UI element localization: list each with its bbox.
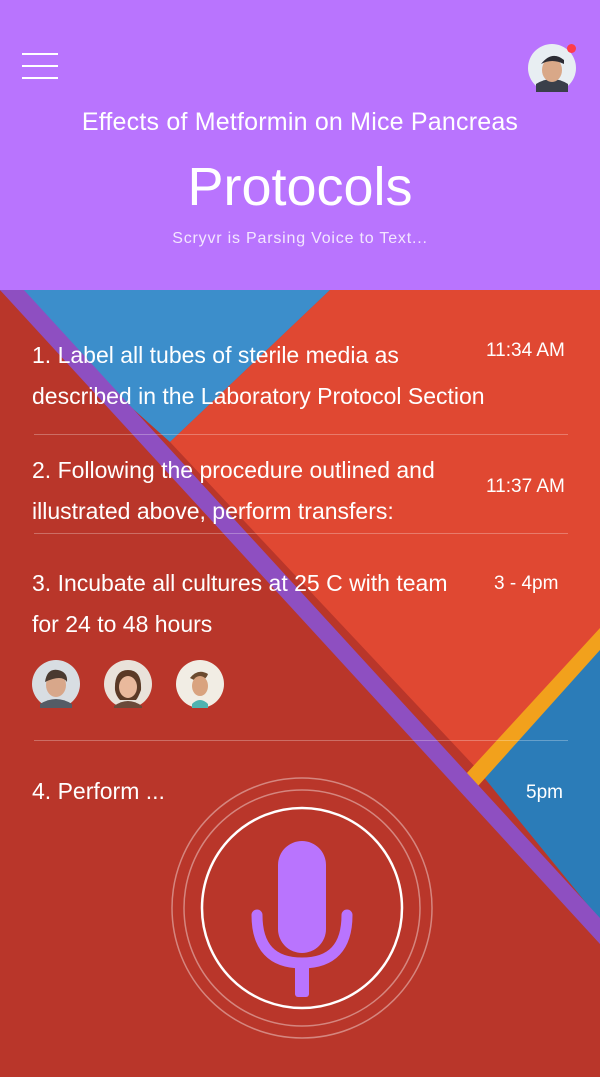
protocol-line: for 24 to 48 hours [32, 611, 213, 637]
protocol-line: 4. Perform ... [32, 778, 165, 804]
avatar[interactable] [528, 44, 576, 92]
divider [34, 533, 568, 534]
person-icon [176, 660, 224, 708]
protocol-line: 2. Following the procedure outlined and [32, 457, 435, 483]
notification-dot [567, 44, 576, 53]
protocol-line: illustrated above, perform transfers: [32, 498, 394, 524]
team-member-avatar[interactable] [32, 660, 80, 708]
protocol-line: 1. Label all tubes of sterile media as [32, 342, 399, 368]
divider [34, 740, 568, 741]
protocol-line: 3. Incubate all cultures at 25 C with te… [32, 570, 448, 596]
protocol-time: 11:37 AM [486, 476, 565, 497]
protocol-text: 4. Perform ... [32, 771, 165, 812]
page-title: Protocols [187, 157, 413, 217]
parsing-status: Scryvr is Parsing Voice to Text... [172, 230, 428, 247]
protocol-text: 3. Incubate all cultures at 25 C with te… [32, 563, 448, 645]
protocol-text: 1. Label all tubes of sterile media as d… [32, 335, 485, 417]
person-icon [32, 660, 80, 708]
project-subtitle: Effects of Metformin on Mice Pancreas [81, 108, 519, 136]
team-member-avatar[interactable] [176, 660, 224, 708]
team-member-avatar[interactable] [104, 660, 152, 708]
protocol-text: 2. Following the procedure outlined and … [32, 450, 435, 532]
protocol-time: 5pm [526, 782, 563, 803]
protocol-time: 11:34 AM [486, 340, 565, 361]
record-voice-button[interactable] [171, 777, 433, 1039]
microphone-icon [171, 777, 433, 1039]
protocol-time: 3 - 4pm [494, 573, 559, 594]
person-icon [104, 660, 152, 708]
protocol-line: described in the Laboratory Protocol Sec… [32, 383, 485, 409]
divider [34, 434, 568, 435]
header: Effects of Metformin on Mice Pancreas Pr… [0, 0, 600, 290]
hamburger-menu-icon[interactable] [22, 52, 58, 80]
